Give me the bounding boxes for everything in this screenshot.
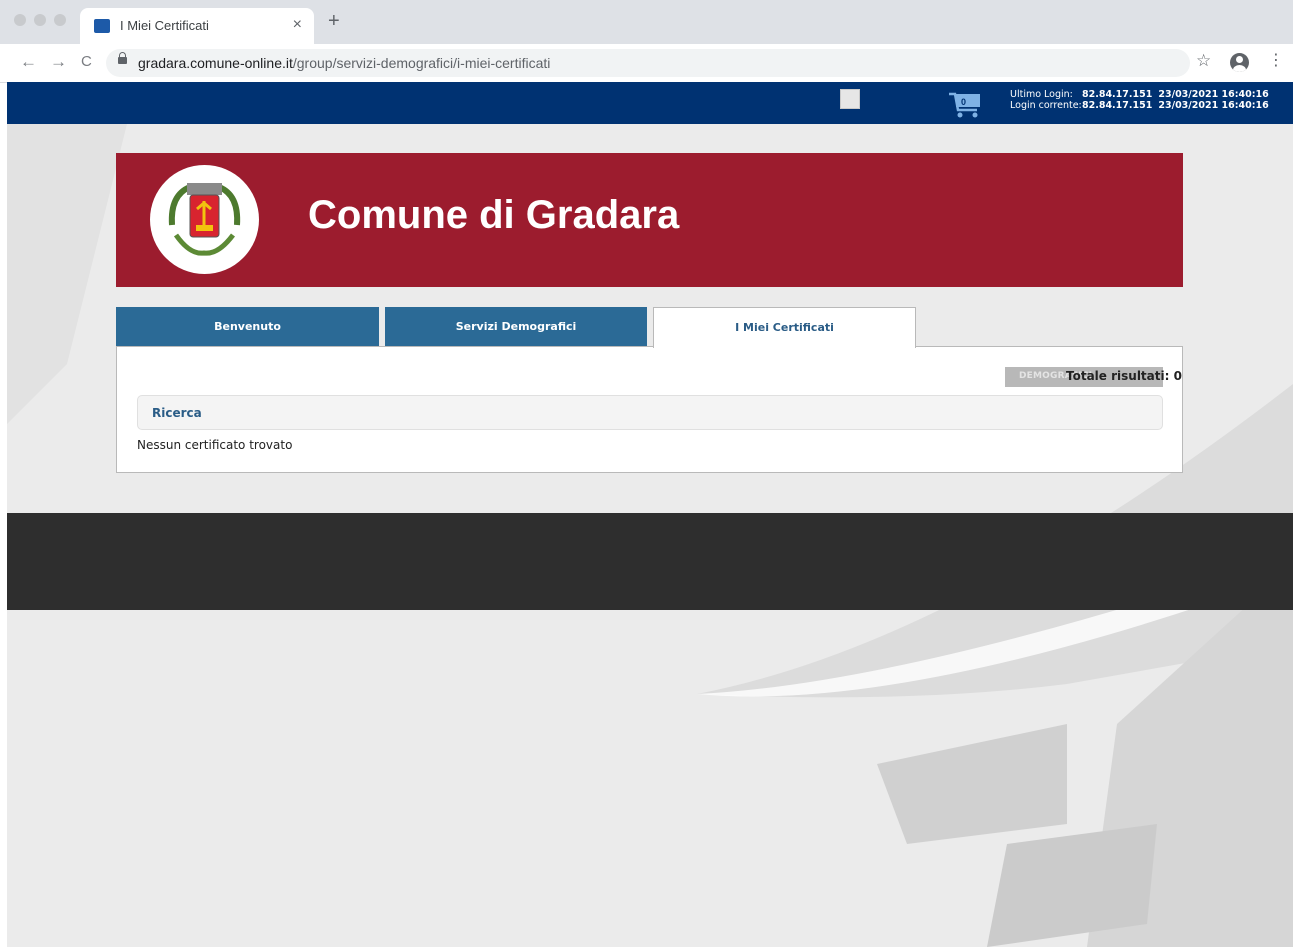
url-path: /group/servizi-demografici/i-miei-certif… bbox=[292, 55, 551, 71]
tab-i-miei-certificati[interactable]: I Miei Certificati bbox=[653, 307, 916, 348]
url-text[interactable]: gradara.comune-online.it/group/servizi-d… bbox=[138, 55, 550, 71]
window-zoom-button[interactable] bbox=[54, 14, 66, 26]
favicon-icon bbox=[94, 19, 110, 33]
browser-menu-icon[interactable]: ⋮ bbox=[1268, 52, 1284, 70]
ultimo-login-ip: 82.84.17.151 bbox=[1082, 89, 1153, 100]
search-panel-title[interactable]: Ricerca bbox=[152, 406, 202, 420]
total-results: Totale risultati: 0 bbox=[1066, 369, 1182, 383]
lock-icon bbox=[118, 52, 127, 64]
close-tab-icon[interactable]: × bbox=[293, 16, 302, 34]
coat-of-arms-icon bbox=[168, 183, 241, 256]
browser-toolbar: ← → C gradara.comune-online.it/group/ser… bbox=[0, 44, 1293, 83]
content-panel: DEMOGRAFICI Totale risultati: 0 Ricerca … bbox=[116, 346, 1183, 473]
window-close-button[interactable] bbox=[14, 14, 26, 26]
bookmark-star-icon[interactable]: ☆ bbox=[1196, 52, 1211, 70]
site-footer bbox=[7, 513, 1293, 610]
user-avatar-icon[interactable] bbox=[840, 89, 860, 109]
site-top-bar: 0 Ultimo Login: 82.84.17.151 23/03/2021 1… bbox=[7, 82, 1293, 124]
municipality-banner: Comune di Gradara bbox=[116, 153, 1183, 287]
back-arrow-icon[interactable]: ← bbox=[20, 53, 37, 71]
cart-icon bbox=[949, 92, 980, 118]
url-host: gradara.comune-online.it bbox=[138, 55, 293, 71]
crest-logo bbox=[150, 165, 259, 274]
ultimo-login-time: 23/03/2021 16:40:16 bbox=[1158, 89, 1269, 100]
ultimo-login-label: Ultimo Login: bbox=[1010, 89, 1073, 100]
login-corrente-row: Login corrente:82.84.17.151 23/03/2021 1… bbox=[1010, 100, 1269, 111]
profile-avatar-icon[interactable] bbox=[1230, 53, 1249, 72]
login-corrente-time: 23/03/2021 16:40:16 bbox=[1158, 100, 1269, 111]
address-bar[interactable]: gradara.comune-online.it/group/servizi-d… bbox=[106, 49, 1190, 77]
search-panel-header[interactable]: Ricerca bbox=[137, 395, 1163, 430]
browser-tab-title: I Miei Certificati bbox=[120, 18, 209, 33]
cart-button[interactable]: 0 bbox=[947, 88, 987, 122]
new-tab-button[interactable]: + bbox=[328, 11, 340, 31]
browser-tab-strip: I Miei Certificati × + bbox=[0, 0, 1293, 44]
page-title: Comune di Gradara bbox=[308, 193, 680, 237]
empty-results-message: Nessun certificato trovato bbox=[137, 438, 293, 452]
window-minimize-button[interactable] bbox=[34, 14, 46, 26]
login-info: Ultimo Login: 82.84.17.151 23/03/2021 16:… bbox=[1010, 89, 1269, 111]
cart-count-badge: 0 bbox=[961, 97, 967, 107]
browser-tab-active[interactable]: I Miei Certificati × bbox=[80, 8, 314, 44]
tab-servizi-demografici[interactable]: Servizi Demografici bbox=[385, 307, 647, 347]
login-corrente-label: Login corrente: bbox=[1010, 100, 1082, 111]
reload-icon[interactable]: C bbox=[81, 53, 92, 71]
tab-benvenuto[interactable]: Benvenuto bbox=[116, 307, 379, 347]
ultimo-login-row: Ultimo Login: 82.84.17.151 23/03/2021 16:… bbox=[1010, 89, 1269, 100]
login-corrente-ip: 82.84.17.151 bbox=[1082, 100, 1153, 111]
forward-arrow-icon[interactable]: → bbox=[50, 53, 67, 71]
